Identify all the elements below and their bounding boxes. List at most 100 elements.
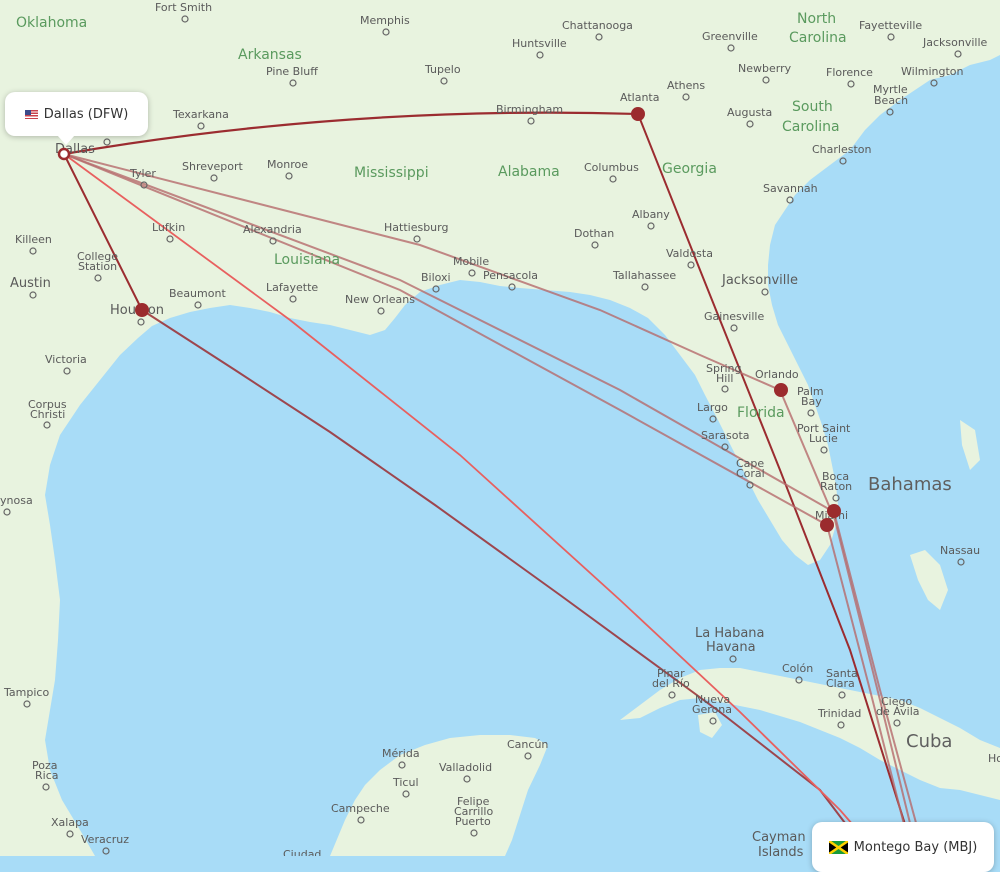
city-dot	[839, 157, 847, 165]
country-label: Bahamas	[868, 474, 952, 495]
city-label: Augusta	[727, 106, 772, 119]
city-label: Wilmington	[901, 65, 964, 78]
city-label: Xalapa	[51, 816, 89, 829]
land-yucatan	[330, 735, 548, 856]
city-label: Athens	[667, 79, 705, 92]
city-label: Veracruz	[81, 833, 129, 846]
city-label: Nassau	[940, 544, 980, 557]
city-label: Tupelo	[424, 63, 461, 76]
city-label: Raton	[820, 480, 852, 493]
city-label: Victoria	[45, 353, 87, 366]
city-label: Sarasota	[701, 429, 750, 442]
city-label: Mérida	[382, 747, 420, 760]
jamaica-flag-icon	[828, 840, 848, 854]
city-dot	[957, 558, 965, 566]
city-label: Charleston	[812, 143, 872, 156]
city-label: Largo	[697, 401, 728, 414]
city-label: Hill	[716, 372, 733, 385]
region-label: Carolina	[789, 30, 847, 46]
city-label: Pine Bluff	[266, 65, 318, 78]
city-label: Florence	[826, 66, 873, 79]
region-label: Mississippi	[354, 165, 429, 181]
city-label: Tampico	[3, 686, 49, 699]
city-label: La Habana	[695, 626, 765, 641]
destination-label: Montego Bay (MBJ)	[853, 839, 978, 855]
city-label: Tallahassee	[612, 269, 676, 282]
hub-marker-miami[interactable]	[820, 518, 834, 532]
city-label: de Ávila	[876, 705, 920, 718]
city-label: Jacksonville	[721, 273, 798, 288]
city-label: Jacksonville	[922, 36, 988, 49]
city-label: Shreveport	[182, 160, 244, 173]
city-label: Station	[78, 260, 117, 273]
city-label: Ciudad	[283, 848, 321, 856]
city-label: Ticul	[392, 776, 419, 789]
city-label: Clara	[826, 677, 855, 690]
city-label: del Río	[652, 677, 690, 690]
origin-marker[interactable]	[57, 147, 71, 161]
city-label: New Orleans	[345, 293, 415, 306]
city-dot	[432, 285, 440, 293]
region-label: Florida	[737, 405, 785, 421]
city-label: Albany	[632, 208, 670, 221]
city-label: Fayetteville	[859, 19, 922, 32]
city-label: Coral	[736, 467, 765, 480]
origin-callout[interactable]: Dallas (DFW)	[5, 92, 148, 145]
city-label: Orlando	[755, 368, 799, 381]
city-label: Alexandria	[243, 223, 302, 236]
city-label: Lucie	[809, 432, 838, 445]
city-label: ynosa	[0, 494, 33, 507]
city-dot	[729, 655, 737, 663]
city-label: Colón	[782, 662, 813, 675]
city-label: Beaumont	[169, 287, 226, 300]
region-label: North	[797, 11, 836, 27]
city-label: Havana	[706, 640, 756, 655]
city-label: Hattiesburg	[384, 221, 448, 234]
city-label: Greenville	[702, 30, 758, 43]
city-label: Atlanta	[620, 91, 659, 104]
city-dot	[102, 847, 110, 855]
hub-marker-orlando[interactable]	[774, 383, 788, 397]
hub-marker-atlanta[interactable]	[631, 107, 645, 121]
city-dot	[886, 108, 894, 116]
region-label: Georgia	[662, 161, 717, 177]
us-flag-icon	[24, 109, 38, 119]
city-label: Gerona	[692, 703, 732, 716]
region-label: Carolina	[782, 119, 840, 135]
city-label: Beach	[874, 94, 908, 107]
city-label: Tyler	[129, 167, 156, 180]
region-label: Alabama	[498, 164, 560, 180]
city-label: Columbus	[584, 161, 639, 174]
city-label: Lufkin	[152, 221, 185, 234]
city-label: Austin	[10, 276, 51, 291]
city-label: Valladolid	[439, 761, 492, 774]
city-label: Cayman	[752, 830, 806, 845]
city-label: Ho	[988, 752, 1000, 765]
city-label: Monroe	[267, 158, 308, 171]
city-label: Rica	[35, 769, 59, 782]
region-label: Arkansas	[238, 47, 302, 63]
city-label: Biloxi	[421, 271, 451, 284]
city-label: Newberry	[738, 62, 792, 75]
region-label: Oklahoma	[16, 15, 87, 31]
city-label: Memphis	[360, 14, 410, 27]
country-label: Cuba	[906, 731, 952, 752]
city-label: Dothan	[574, 227, 614, 240]
destination-callout[interactable]: Montego Bay (MBJ)	[812, 822, 994, 872]
hub-marker-fort-lauderdale[interactable]	[827, 504, 841, 518]
hub-marker-houston[interactable]	[135, 303, 149, 317]
city-label: Killeen	[15, 233, 52, 246]
route-map[interactable]: Oklahoma Arkansas Mississippi Alabama Ge…	[0, 0, 1000, 856]
city-label: Pensacola	[483, 269, 538, 282]
region-label: South	[792, 99, 833, 115]
city-label: Puerto	[455, 815, 491, 828]
city-dot	[709, 415, 717, 423]
city-label: Valdosta	[666, 247, 713, 260]
city-label: Savannah	[763, 182, 818, 195]
city-label: Campeche	[331, 802, 390, 815]
city-label: Birmingham	[496, 103, 563, 116]
city-label: Islands	[758, 845, 804, 856]
city-label: Bay	[801, 395, 822, 408]
region-label: Louisiana	[274, 252, 340, 268]
city-dot	[930, 79, 938, 87]
